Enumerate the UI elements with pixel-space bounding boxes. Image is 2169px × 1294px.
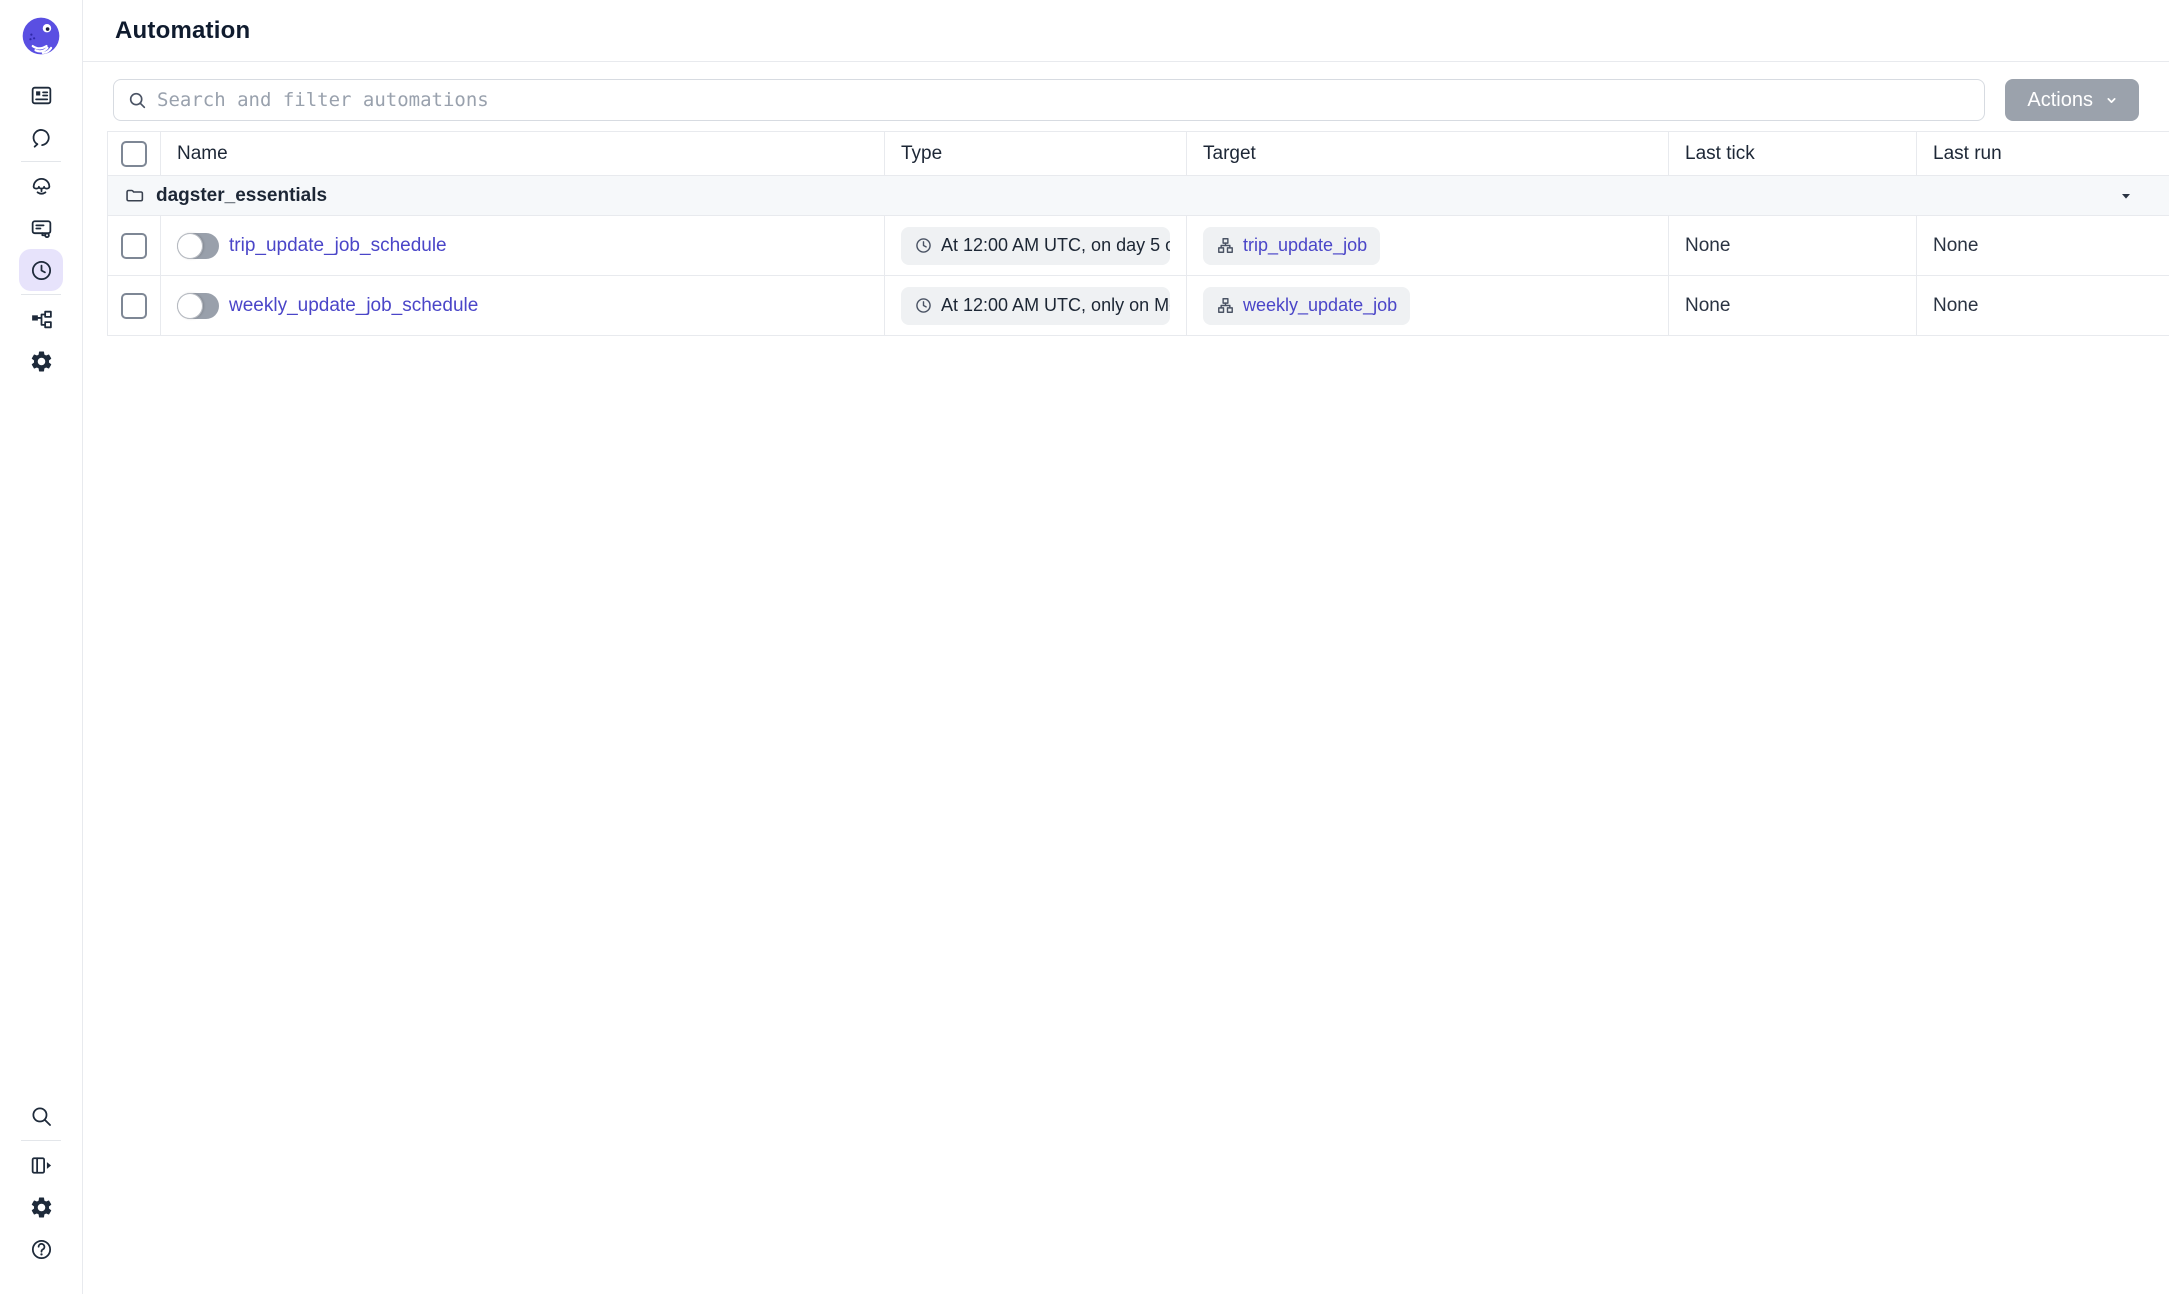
main-content: Automation Actions Name Type Target Last [83, 0, 2169, 1294]
help-icon [29, 1237, 54, 1262]
group-row[interactable]: dagster_essentials [108, 176, 2169, 216]
name-cell: weekly_update_job_schedule [160, 276, 884, 335]
search-icon [29, 1104, 54, 1129]
toggle-knob [177, 293, 203, 319]
target-link[interactable]: weekly_update_job [1243, 295, 1397, 316]
page-header: Automation [83, 0, 2169, 62]
column-header-last-tick: Last tick [1668, 132, 1916, 175]
sidebar-item-automation[interactable] [19, 249, 63, 291]
sidebar [0, 0, 83, 1294]
sidebar-item-expand-panel[interactable] [19, 1144, 63, 1186]
job-graph-icon [1216, 236, 1235, 255]
target-chip[interactable]: weekly_update_job [1203, 287, 1410, 325]
search-input[interactable] [157, 89, 1971, 111]
jobs-icon [29, 216, 54, 241]
search-box [113, 79, 1985, 121]
row-checkbox[interactable] [121, 233, 147, 259]
runs-icon [29, 125, 54, 150]
column-header-last-run: Last run [1916, 132, 2169, 175]
row-checkbox-cell [108, 276, 160, 335]
target-chip[interactable]: trip_update_job [1203, 227, 1380, 265]
last-tick-cell: None [1668, 216, 1916, 275]
column-header-name: Name [160, 132, 884, 175]
last-run-cell: None [1916, 276, 2169, 335]
schedule-type-text: At 12:00 AM UTC, only on Mond… [941, 295, 1170, 316]
sidebar-bottom [19, 1095, 63, 1270]
name-cell: trip_update_job_schedule [160, 216, 884, 275]
target-cell: weekly_update_job [1186, 276, 1668, 335]
search-icon [127, 90, 148, 111]
sidebar-divider [21, 1140, 61, 1141]
column-header-type: Type [884, 132, 1186, 175]
schedule-toggle-off[interactable] [177, 233, 219, 259]
clock-icon [914, 236, 933, 255]
row-checkbox-cell [108, 216, 160, 275]
schedule-type-chip: At 12:00 AM UTC, only on Mond… [901, 287, 1170, 325]
type-cell: At 12:00 AM UTC, only on Mond… [884, 276, 1186, 335]
schedule-name-link[interactable]: trip_update_job_schedule [229, 235, 447, 257]
sidebar-divider [21, 294, 61, 295]
automations-table: Name Type Target Last tick Last run dags… [107, 131, 2169, 336]
table-row: weekly_update_job_schedule At 12:00 AM U… [108, 276, 2169, 336]
sidebar-item-runs[interactable] [19, 116, 63, 158]
schedule-toggle-off[interactable] [177, 293, 219, 319]
clock-icon [914, 296, 933, 315]
clock-icon [29, 258, 54, 283]
chevron-down-icon [2102, 91, 2121, 110]
job-graph-icon [1216, 296, 1235, 315]
last-tick-cell: None [1668, 276, 1916, 335]
schedule-type-text: At 12:00 AM UTC, on day 5 of th… [941, 235, 1170, 256]
toolbar: Actions [83, 62, 2169, 131]
sidebar-item-search[interactable] [19, 1095, 63, 1137]
target-cell: trip_update_job [1186, 216, 1668, 275]
schedule-type-chip: At 12:00 AM UTC, on day 5 of th… [901, 227, 1170, 265]
sidebar-item-user-settings[interactable] [19, 1186, 63, 1228]
page-title: Automation [115, 17, 250, 45]
overview-icon [29, 83, 54, 108]
dagster-octopus-icon [19, 14, 63, 58]
sidebar-item-overview[interactable] [19, 74, 63, 116]
select-all-checkbox[interactable] [121, 141, 147, 167]
gear-icon [29, 1195, 54, 1220]
actions-button[interactable]: Actions [2005, 79, 2139, 121]
target-link[interactable]: trip_update_job [1243, 235, 1367, 256]
type-cell: At 12:00 AM UTC, on day 5 of th… [884, 216, 1186, 275]
folder-icon [124, 185, 145, 206]
sidebar-item-lineage[interactable] [19, 298, 63, 340]
group-name: dagster_essentials [156, 185, 327, 207]
sidebar-item-settings[interactable] [19, 340, 63, 382]
sidebar-divider [21, 161, 61, 162]
deployment-icon [29, 174, 54, 199]
group-collapse-caret[interactable] [2119, 189, 2133, 203]
last-run-cell: None [1916, 216, 2169, 275]
table-header-row: Name Type Target Last tick Last run [108, 132, 2169, 176]
schedule-name-link[interactable]: weekly_update_job_schedule [229, 295, 478, 317]
actions-button-label: Actions [2027, 89, 2093, 112]
caret-down-icon [2119, 189, 2133, 203]
table-row: trip_update_job_schedule At 12:00 AM UTC… [108, 216, 2169, 276]
dagster-logo[interactable] [19, 14, 63, 58]
header-checkbox-cell [108, 132, 160, 175]
gear-icon [29, 349, 54, 374]
lineage-icon [29, 307, 54, 332]
row-checkbox[interactable] [121, 293, 147, 319]
sidebar-item-help[interactable] [19, 1228, 63, 1270]
column-header-target: Target [1186, 132, 1668, 175]
expand-panel-icon [29, 1153, 54, 1178]
toggle-knob [177, 233, 203, 259]
sidebar-item-jobs[interactable] [19, 207, 63, 249]
sidebar-item-deployment[interactable] [19, 165, 63, 207]
